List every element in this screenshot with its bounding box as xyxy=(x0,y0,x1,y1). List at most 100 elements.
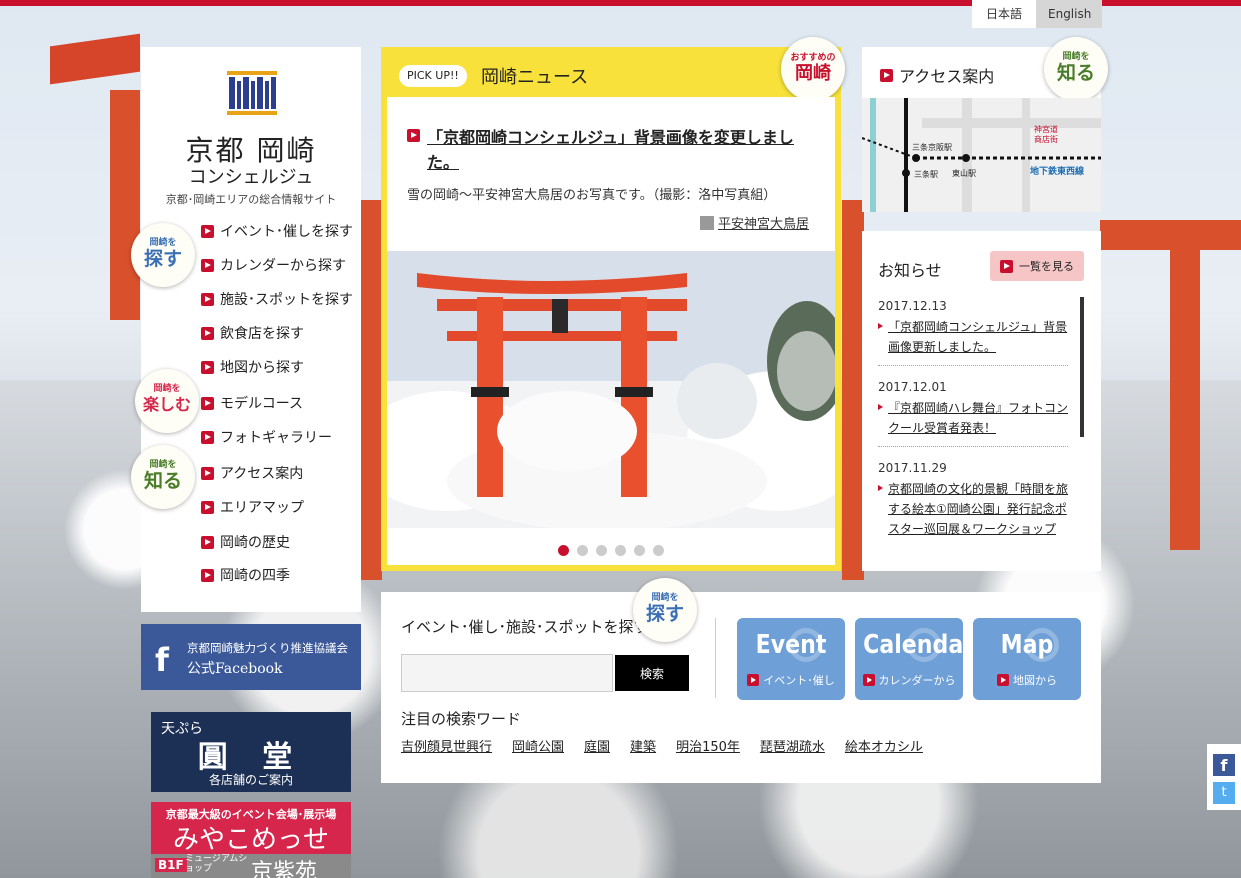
keyword-link[interactable]: 庭園 xyxy=(584,736,610,755)
view-all-button[interactable]: 一覧を見る xyxy=(990,251,1084,281)
slider-dot[interactable] xyxy=(577,545,588,556)
site-tagline: 京都･岡崎エリアの総合情報サイト xyxy=(165,193,337,206)
pickup-tag: PICK UP!! xyxy=(399,65,467,87)
sidebar-item-event[interactable]: イベント･催しを探す xyxy=(201,220,353,242)
background-torii-pillar xyxy=(110,90,140,320)
background-torii-beam xyxy=(50,33,140,85)
slider-dot[interactable] xyxy=(634,545,645,556)
pickup-photo[interactable] xyxy=(387,251,835,528)
notice-link[interactable]: 京都岡崎の文化的景観「時間を旅する絵本①岡崎公園」発行記念ポスター巡回展＆ワーク… xyxy=(878,479,1068,539)
calendar-tile-button[interactable]: Calendar カレンダーから xyxy=(855,618,963,700)
sidebar-item-model-course[interactable]: モデルコース xyxy=(201,392,303,414)
sidebar-item-label: 地図から探す xyxy=(220,360,304,376)
sidebar-item-seasons[interactable]: 岡崎の四季 xyxy=(201,564,290,586)
background-torii-pillar xyxy=(1170,250,1200,550)
arrow-icon xyxy=(997,674,1009,686)
facebook-share-icon[interactable]: f xyxy=(1213,754,1235,776)
sidebar-item-calendar[interactable]: カレンダーから探す xyxy=(201,254,346,276)
site-title-sub[interactable]: コンシェルジュ xyxy=(141,163,361,189)
divider xyxy=(878,365,1068,366)
background-torii-pillar xyxy=(842,200,864,580)
sidebar-item-map[interactable]: 地図から探す xyxy=(201,356,304,378)
svg-text:商店街: 商店街 xyxy=(1034,134,1058,144)
site-logo-icon[interactable] xyxy=(227,71,277,115)
background-torii-pillar xyxy=(360,200,382,580)
sidebar-item-label: モデルコース xyxy=(220,396,304,412)
shop-banner-name: 圓 堂 xyxy=(197,740,305,775)
map-tile-button[interactable]: Map 地図から xyxy=(973,618,1081,700)
slider-dot[interactable] xyxy=(653,545,664,556)
shop-banner-caption: 各店舗のご案内 xyxy=(208,773,293,787)
miyakomesse-name: みやこめっせ xyxy=(172,825,329,855)
keyword-link[interactable]: 吉例顔見世興行 xyxy=(401,736,492,755)
sidebar-item-facility[interactable]: 施設･スポットを探す xyxy=(201,288,353,310)
svg-text:神宮道: 神宮道 xyxy=(1034,124,1058,134)
search-title: イベント･催し･施設･スポットを探す xyxy=(401,618,649,636)
keyword-title: 注目の検索ワード xyxy=(401,710,522,728)
arrow-icon xyxy=(201,224,214,238)
sidebar-item-label: 岡崎の歴史 xyxy=(220,535,290,551)
social-share: f t xyxy=(1207,744,1241,810)
sidebar-item-restaurant[interactable]: 飲食店を探す xyxy=(201,322,304,344)
keyword-link[interactable]: 明治150年 xyxy=(676,736,740,755)
notice-item: 2017.12.13 「京都岡崎コンシェルジュ」背景画像更新しました。 xyxy=(878,299,1068,357)
miyakomesse-banner[interactable]: 京都最大級のイベント会場･展示場 みやこめっせ B1F ミュージアムショップ 京… xyxy=(151,802,351,878)
keyword-link[interactable]: 絵本オカシル xyxy=(845,736,923,755)
lang-japanese[interactable]: 日本語 xyxy=(972,0,1036,28)
tile-title: Map xyxy=(1000,630,1054,660)
tile-title: Calendar xyxy=(863,630,963,660)
arrow-icon xyxy=(201,396,214,410)
facebook-banner[interactable]: f 京都岡崎魅力づくり推進協議会 公式Facebook xyxy=(141,624,361,690)
tile-title: Event xyxy=(755,630,827,660)
floor-badge: B1F xyxy=(155,858,187,872)
sidebar-item-label: 飲食店を探す xyxy=(220,326,304,342)
sidebar-item-photo-gallery[interactable]: フォトギャラリー xyxy=(201,426,332,448)
slider-dot[interactable] xyxy=(596,545,607,556)
sidebar-item-label: カレンダーから探す xyxy=(220,258,346,274)
search-button[interactable]: 検索 xyxy=(615,655,689,691)
notice-link[interactable]: 「京都岡崎コンシェルジュ」背景画像更新しました。 xyxy=(878,317,1068,357)
notice-title: お知らせ xyxy=(878,261,942,280)
notice-item: 2017.12.01 『京都岡崎ハレ舞台』フォトコンクール受賞者発表！ xyxy=(878,380,1068,438)
keyword-link[interactable]: 琵琶湖疏水 xyxy=(760,736,825,755)
keyword-link[interactable]: 岡崎公園 xyxy=(512,736,564,755)
search-input[interactable] xyxy=(401,654,613,692)
lang-english[interactable]: English xyxy=(1036,0,1102,28)
facebook-icon: f xyxy=(155,641,169,679)
camera-icon xyxy=(699,216,714,230)
shop-banner[interactable]: 天ぷら 圓 堂 各店舗のご案内 xyxy=(151,712,351,792)
photo-caption-link[interactable]: 平安神宮大鳥居 xyxy=(699,213,809,232)
arrow-icon xyxy=(201,292,214,306)
pickup-title: 岡崎ニュース xyxy=(481,67,589,88)
arrow-icon xyxy=(201,500,214,514)
twitter-share-icon[interactable]: t xyxy=(1213,782,1235,804)
slider-dot[interactable] xyxy=(558,545,569,556)
facebook-org: 京都岡崎魅力づくり推進協議会 xyxy=(187,641,348,655)
svg-text:三条駅: 三条駅 xyxy=(914,169,938,179)
arrow-icon xyxy=(862,674,875,686)
slider-dot[interactable] xyxy=(615,545,626,556)
arrow-icon xyxy=(201,258,214,272)
sidebar-item-access[interactable]: アクセス案内 xyxy=(201,462,303,484)
access-map[interactable]: 三条京阪駅 三条駅 東山駅 神宮道 商店街 地下鉄東西線 xyxy=(861,98,1101,212)
pickup-card: 「京都岡崎コンシェルジュ」背景画像を変更しました。 雪の岡崎～平安神宮大鳥居のお… xyxy=(387,97,835,565)
sidebar-item-label: アクセス案内 xyxy=(220,466,304,482)
notice-panel: お知らせ 一覧を見る 2017.12.13 「京都岡崎コンシェルジュ」背景画像更… xyxy=(862,231,1101,571)
notice-item: 2017.11.29 京都岡崎の文化的景観「時間を旅する絵本①岡崎公園」発行記念… xyxy=(878,461,1068,539)
arrow-icon xyxy=(1000,259,1013,273)
arrow-icon xyxy=(201,535,214,549)
sidebar-item-history[interactable]: 岡崎の歴史 xyxy=(201,531,290,553)
access-title-link[interactable]: アクセス案内 xyxy=(880,63,994,87)
notice-link[interactable]: 『京都岡崎ハレ舞台』フォトコンクール受賞者発表！ xyxy=(878,398,1068,438)
event-tile-button[interactable]: Event イベント･催し xyxy=(737,618,845,700)
sidebar-item-label: 施設･スポットを探す xyxy=(220,292,353,308)
arrow-icon xyxy=(407,129,420,142)
slider-dots xyxy=(387,541,835,560)
pickup-headline-link[interactable]: 「京都岡崎コンシェルジュ」背景画像を変更しました。 xyxy=(407,125,817,175)
tile-caption: イベント･催し xyxy=(737,672,845,688)
sidebar-item-area-map[interactable]: エリアマップ xyxy=(201,496,304,518)
torii-snow-image xyxy=(387,251,835,528)
notice-scrollbar[interactable] xyxy=(1080,297,1084,437)
keyword-link[interactable]: 建築 xyxy=(630,736,656,755)
sidebar-item-label: フォトギャラリー xyxy=(220,430,332,446)
